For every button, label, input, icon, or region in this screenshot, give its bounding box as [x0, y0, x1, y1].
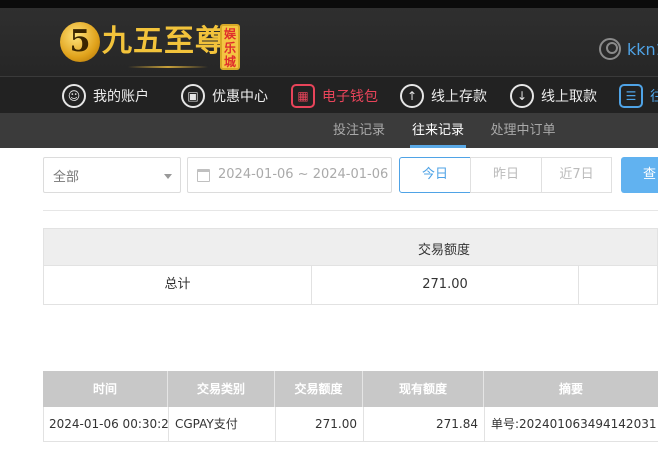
cell-note: 单号:20240106349414203​1: [491, 417, 657, 431]
date-range-input[interactable]: 2024-01-06 ~ 2024-01-06: [187, 157, 392, 193]
brand-logo[interactable]: 5 九五至尊 娱乐城: [58, 16, 248, 72]
logo-mark-icon: 5: [60, 22, 100, 62]
summary-header: 交易额度: [43, 228, 658, 266]
search-button[interactable]: 查: [621, 157, 658, 193]
gift-icon: ▣: [181, 83, 205, 108]
cell-amount: 271.00: [276, 407, 364, 441]
brand-name: 九五至尊: [102, 24, 226, 59]
nav-label: 线上取款: [541, 88, 597, 105]
deposit-icon: ↑: [400, 83, 424, 108]
records-icon: ☰: [619, 83, 643, 108]
type-select-value: 全部: [53, 170, 80, 185]
nav-promotions[interactable]: ▣ 优惠中心: [181, 77, 268, 114]
user-menu[interactable]: kkn1: [599, 38, 658, 60]
user-circle-icon: [599, 38, 621, 60]
column-header-amount: 交易额度: [275, 371, 363, 407]
summary-total-value: 271.00: [422, 277, 468, 292]
type-select[interactable]: 全部: [43, 157, 181, 193]
calendar-icon: [197, 169, 210, 182]
tab-pending-orders[interactable]: 处理中订单: [488, 113, 558, 148]
user-icon: ☺: [62, 83, 86, 108]
nav-deposit[interactable]: ↑ 线上存款: [400, 77, 487, 114]
column-header-type: 交易类别: [168, 371, 275, 407]
nav-label: 电子钱包: [322, 88, 378, 105]
table-row: 2024-01-06 00:30:25 CGPAY支付 271.00 271.8…: [43, 407, 658, 442]
brand-tagline: 娱乐城: [220, 24, 240, 70]
table-header: 时间 交易类别 交易额度 现有额度 摘要: [43, 371, 658, 407]
nav-my-account[interactable]: ☺ 我的账户: [62, 77, 149, 114]
withdraw-icon: ↓: [510, 83, 534, 108]
column-header-note: 摘要: [558, 382, 583, 396]
nav-records[interactable]: ☰ 往: [619, 77, 658, 114]
divider: [43, 210, 658, 211]
summary-header-title: 交易额度: [417, 243, 470, 258]
summary-total-label: 总计: [164, 277, 191, 292]
nav-label: 我的账户: [93, 88, 149, 105]
cell-balance: 271.84: [364, 407, 485, 441]
today-button[interactable]: 今日: [399, 157, 471, 193]
wallet-icon: ▦: [291, 83, 315, 108]
username[interactable]: kkn1: [627, 40, 658, 59]
nav-e-wallet[interactable]: ▦ 电子钱包: [291, 77, 378, 114]
top-strip: [0, 0, 658, 8]
logo-ornament: [128, 66, 208, 68]
column-header-time: 时间: [43, 371, 168, 407]
last-7-days-button[interactable]: 近7日: [541, 157, 612, 193]
sub-nav: 投注记录 往来记录 处理中订单: [0, 113, 658, 148]
column-separator: [578, 266, 579, 304]
nav-withdraw[interactable]: ↓ 线上取款: [510, 77, 597, 114]
nav-label: 往: [650, 88, 658, 105]
nav-label: 线上存款: [431, 88, 487, 105]
nav-label: 优惠中心: [212, 88, 268, 105]
site-header: 5 九五至尊 娱乐城 kkn1: [0, 8, 658, 76]
tab-transaction-records[interactable]: 往来记录: [410, 113, 466, 148]
date-range-value: 2024-01-06 ~ 2024-01-06: [218, 167, 389, 182]
tab-bet-records[interactable]: 投注记录: [330, 113, 388, 148]
cell-type: CGPAY支付: [169, 407, 276, 441]
chevron-down-icon: [164, 174, 172, 179]
yesterday-button[interactable]: 昨日: [470, 157, 542, 193]
cell-time: 2024-01-06 00:30:25: [44, 407, 169, 441]
summary-row: 总计 271.00: [43, 266, 658, 305]
main-nav: ☺ 我的账户 ▣ 优惠中心 ▦ 电子钱包 ↑ 线上存款 ↓ 线上取款 ☰ 往: [0, 76, 658, 113]
column-header-balance: 现有额度: [363, 371, 484, 407]
